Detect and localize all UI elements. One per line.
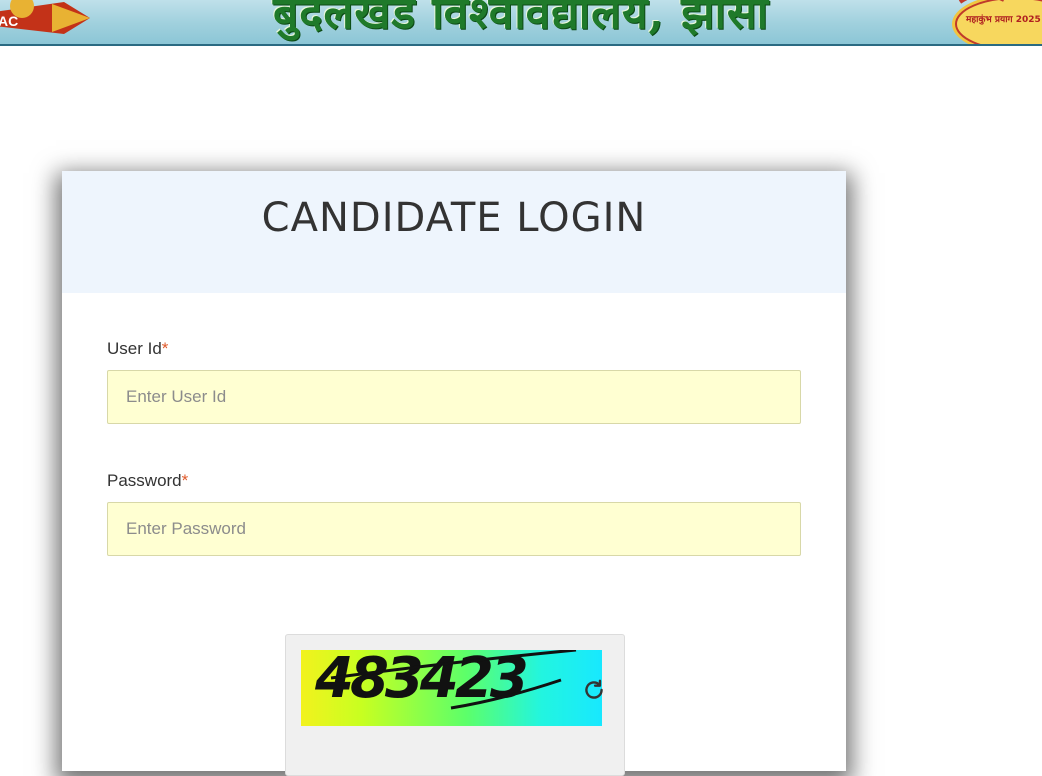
login-card: CANDIDATE LOGIN User Id* Password* 48342… [62, 171, 846, 776]
password-required-mark: * [181, 471, 189, 490]
refresh-icon[interactable] [581, 677, 607, 703]
mahakumbh-logo-right: महाकुंभ प्रयाग 2025 [952, 0, 1042, 44]
login-title: CANDIDATE LOGIN [261, 195, 647, 241]
banner-title: बुंदेलखंड विश्वविद्यालय, झाँसी [273, 0, 769, 39]
captcha-noise-line [330, 650, 577, 710]
password-input[interactable] [107, 502, 801, 556]
site-banner: AC बुंदेलखंड विश्वविद्यालय, झाँसी महाकुं… [0, 0, 1042, 46]
user-id-required-mark: * [161, 339, 169, 358]
password-label: Password* [107, 471, 188, 491]
user-id-label-text: User Id [107, 339, 162, 358]
captcha-box: 483423 [285, 634, 625, 776]
login-card-header: CANDIDATE LOGIN [62, 171, 846, 293]
user-id-input[interactable] [107, 370, 801, 424]
captcha-image: 483423 [301, 650, 602, 726]
right-badge-text: महाकुंभ प्रयाग 2025 [965, 14, 1041, 25]
password-label-text: Password [107, 471, 182, 490]
user-id-label: User Id* [107, 339, 168, 359]
